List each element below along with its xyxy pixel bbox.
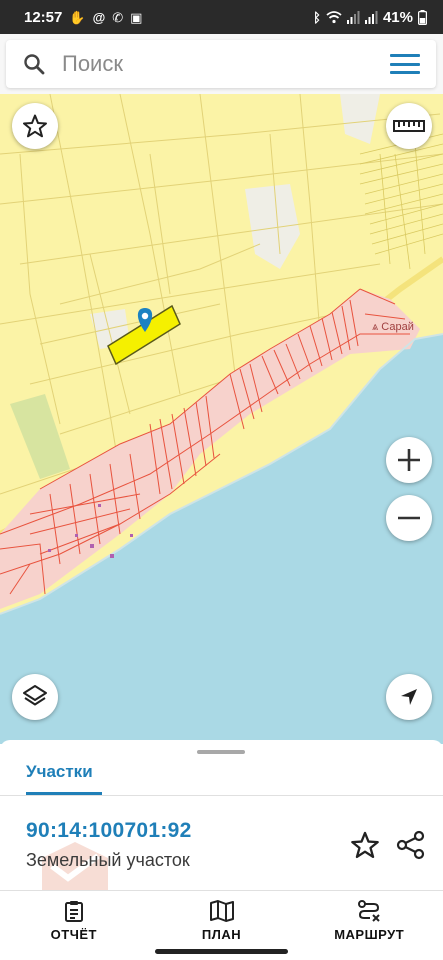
hand-icon: ✋ [69, 9, 86, 25]
battery-level: 41% [382, 8, 413, 26]
wifi-calling-icon: ✆ [112, 9, 124, 25]
wifi-icon [326, 10, 342, 23]
cadastral-number[interactable]: 90:14:100701:92 [26, 819, 192, 843]
app-root: 12:57 ✋ @ ✆ ▣ ᛒ 41% Поиск ⩓ Сарай Участк… [0, 0, 443, 960]
ruler-button[interactable] [386, 103, 432, 149]
favorite-map-button[interactable] [12, 103, 58, 149]
locate-button[interactable] [386, 674, 432, 720]
search-icon[interactable] [6, 40, 62, 88]
menu-line [390, 54, 420, 57]
status-right: ᛒ 41% [313, 9, 427, 26]
nav-plan-label: ПЛАН [201, 927, 242, 942]
map-canvas[interactable] [0, 94, 443, 744]
sheet-handle[interactable] [197, 750, 245, 754]
status-time: 12:57 [24, 8, 63, 26]
layers-icon [23, 685, 47, 706]
object-type: Земельный участок [26, 850, 190, 870]
place-name: Сарай [381, 321, 414, 333]
share-button[interactable] [396, 830, 426, 860]
share-icon [396, 830, 425, 860]
menu-line [390, 62, 420, 66]
bluetooth-icon: ᛒ [313, 9, 321, 25]
menu-icon[interactable] [390, 52, 420, 76]
minus-icon [398, 516, 420, 520]
navigation-arrow-icon [401, 689, 417, 705]
bottom-nav: ОТЧЁТ ПЛАН МАРШРУТ [0, 895, 443, 943]
layers-button[interactable] [12, 674, 58, 720]
search-box[interactable] [6, 40, 436, 88]
map-view[interactable]: ⩓ Сарай [0, 94, 443, 744]
menu-line [390, 71, 420, 74]
nav-report-label: ОТЧЁТ [50, 927, 97, 942]
signal-icon [364, 10, 378, 24]
nav-route-label: МАРШРУТ [334, 927, 405, 942]
nav-route[interactable]: МАРШРУТ [295, 895, 443, 943]
plus-icon [398, 449, 420, 471]
signal-icon [346, 10, 360, 24]
bottom-sheet: Участки 90:14:100701:92 Земельный участо… [0, 740, 443, 960]
tab-parcels[interactable]: Участки [26, 762, 93, 782]
zoom-in-button[interactable] [386, 437, 432, 483]
map-icon [209, 900, 234, 922]
favorite-button[interactable] [350, 830, 380, 860]
at-icon: @ [92, 9, 106, 25]
divider [0, 795, 443, 796]
image-icon: ▣ [130, 9, 143, 25]
home-indicator[interactable] [155, 949, 288, 954]
zoom-out-button[interactable] [386, 495, 432, 541]
route-icon [358, 900, 380, 922]
star-icon [23, 114, 47, 138]
place-marker-icon: ⩓ [372, 321, 379, 333]
nav-divider [0, 890, 443, 891]
status-left: 12:57 ✋ @ ✆ ▣ [24, 9, 142, 26]
status-bar: 12:57 ✋ @ ✆ ▣ ᛒ 41% [0, 0, 443, 34]
star-icon [351, 831, 379, 859]
nav-plan[interactable]: ПЛАН [148, 895, 296, 943]
search-input[interactable] [62, 51, 362, 77]
report-icon [64, 901, 83, 922]
place-label: ⩓ Сарай [372, 321, 414, 334]
ruler-icon [393, 120, 425, 132]
search-bar [0, 34, 443, 94]
battery-icon [418, 9, 427, 25]
nav-report[interactable]: ОТЧЁТ [0, 895, 148, 943]
